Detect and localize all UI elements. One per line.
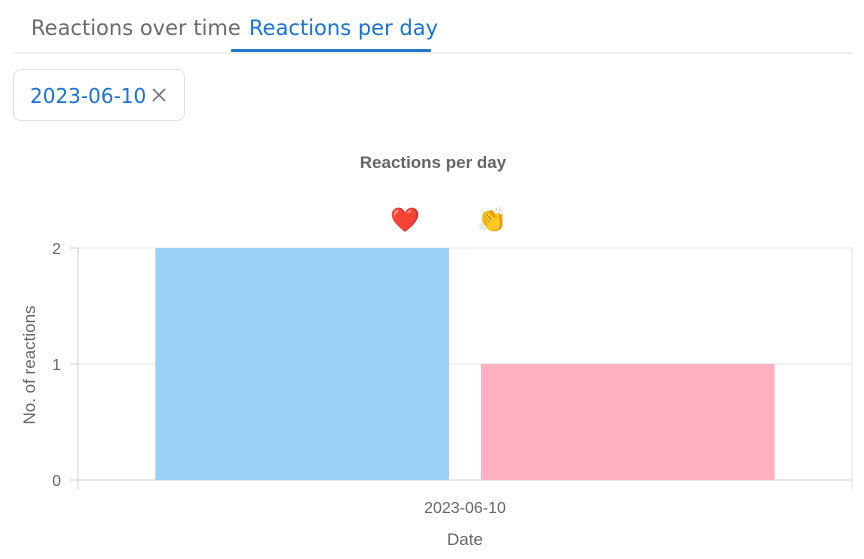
date-filter-chip[interactable]: 2023-06-10 xyxy=(13,69,185,121)
clapping-hands-emoji: 👏 xyxy=(477,206,507,234)
y-tick-label: 1 xyxy=(52,357,61,374)
bar xyxy=(155,248,449,480)
chart-legend: ❤️ 👏 xyxy=(390,206,507,234)
y-axis-title: No. of reactions xyxy=(20,305,39,424)
close-icon[interactable] xyxy=(149,85,169,105)
reactions-per-day-chart: Reactions per day ❤️ 👏 0 1 2 2023-06-10 No.… xyxy=(20,153,853,549)
date-filter-label: 2023-06-10 xyxy=(30,84,147,108)
y-tick-label: 0 xyxy=(52,473,61,490)
x-axis-ticks: 2023-06-10 xyxy=(424,500,506,517)
chart-title: Reactions per day xyxy=(360,153,507,172)
active-tab-indicator xyxy=(231,49,431,52)
y-axis-ticks: 0 1 2 xyxy=(52,241,78,490)
heart-emoji: ❤️ xyxy=(390,207,420,234)
x-axis-title: Date xyxy=(447,530,483,549)
y-tick-label: 2 xyxy=(52,241,61,258)
bar xyxy=(481,364,775,480)
tab-bar: Reactions over time Reactions per day xyxy=(14,0,854,54)
x-tick-label: 2023-06-10 xyxy=(424,500,506,517)
tab-reactions-over-time[interactable]: Reactions over time xyxy=(31,15,241,41)
tab-reactions-per-day[interactable]: Reactions per day xyxy=(249,15,438,41)
